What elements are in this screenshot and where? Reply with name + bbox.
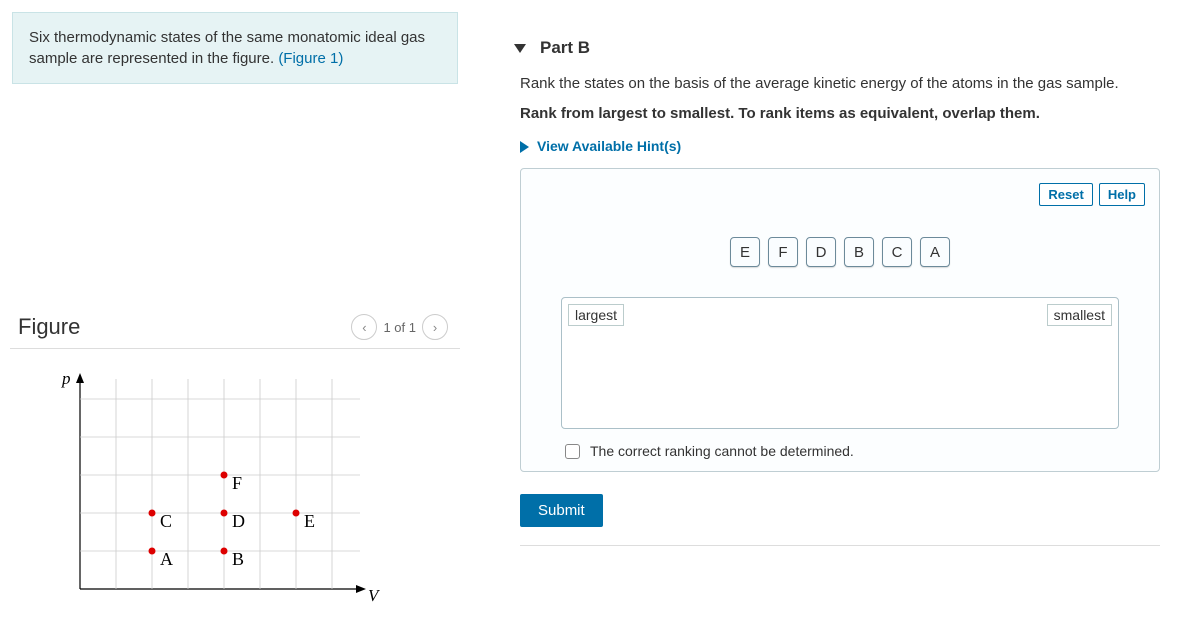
view-hints-link[interactable]: View Available Hint(s) bbox=[500, 132, 1180, 168]
question-text: Rank the states on the basis of the aver… bbox=[500, 72, 1180, 102]
figure-header: Figure ‹ 1 of 1 › bbox=[10, 314, 460, 349]
pv-diagram: p V A B C D E F bbox=[50, 369, 390, 629]
y-axis-label: p bbox=[61, 369, 71, 388]
rank-item-c[interactable]: C bbox=[882, 237, 912, 267]
ranking-widget: Reset Help E F D B C A largest smallest … bbox=[520, 168, 1160, 472]
svg-text:C: C bbox=[160, 511, 172, 531]
zone-label-largest: largest bbox=[568, 304, 624, 326]
reset-button[interactable]: Reset bbox=[1039, 183, 1092, 206]
svg-text:B: B bbox=[232, 549, 244, 569]
figure-plot: p V A B C D E F bbox=[0, 349, 470, 632]
intro-text: Six thermodynamic states of the same mon… bbox=[29, 29, 425, 67]
problem-intro: Six thermodynamic states of the same mon… bbox=[12, 12, 458, 84]
figure-pager-label: 1 of 1 bbox=[383, 320, 416, 335]
rank-item-d[interactable]: D bbox=[806, 237, 836, 267]
chevron-right-icon bbox=[520, 141, 529, 153]
collapse-icon bbox=[514, 44, 526, 53]
ranking-drop-zone[interactable]: largest smallest bbox=[561, 297, 1119, 429]
divider bbox=[520, 545, 1160, 546]
ranking-instruction: Rank from largest to smallest. To rank i… bbox=[500, 102, 1180, 132]
cannot-determine-checkbox[interactable] bbox=[565, 444, 580, 459]
submit-button[interactable]: Submit bbox=[520, 494, 603, 527]
svg-text:A: A bbox=[160, 549, 173, 569]
svg-text:E: E bbox=[304, 511, 315, 531]
figure-link[interactable]: (Figure 1) bbox=[278, 50, 343, 67]
rank-item-a[interactable]: A bbox=[920, 237, 950, 267]
figure-next-button[interactable]: › bbox=[422, 314, 448, 340]
figure-title: Figure bbox=[18, 314, 80, 340]
rank-item-f[interactable]: F bbox=[768, 237, 798, 267]
help-button[interactable]: Help bbox=[1099, 183, 1145, 206]
figure-prev-button[interactable]: ‹ bbox=[351, 314, 377, 340]
figure-pager: ‹ 1 of 1 › bbox=[351, 314, 448, 340]
rank-item-e[interactable]: E bbox=[730, 237, 760, 267]
svg-text:F: F bbox=[232, 473, 242, 493]
svg-text:D: D bbox=[232, 511, 245, 531]
x-axis-label: V bbox=[368, 586, 381, 605]
part-title: Part B bbox=[540, 38, 590, 58]
part-header[interactable]: Part B bbox=[500, 10, 1180, 72]
zone-label-smallest: smallest bbox=[1047, 304, 1112, 326]
cannot-determine-label: The correct ranking cannot be determined… bbox=[590, 443, 854, 459]
rank-item-b[interactable]: B bbox=[844, 237, 874, 267]
